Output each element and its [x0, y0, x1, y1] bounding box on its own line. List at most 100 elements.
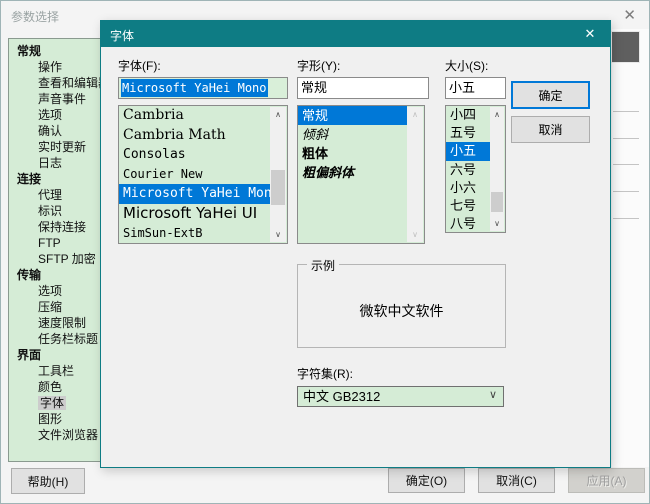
color-swatch: [611, 31, 640, 63]
close-icon[interactable]: ✕: [570, 21, 610, 47]
hidden-control-edge: [613, 138, 639, 139]
sidebar-item-label: 连接: [17, 172, 42, 186]
sidebar-item-确认[interactable]: 确认: [9, 123, 112, 139]
sidebar-item-查看和编辑器[interactable]: 查看和编辑器: [9, 75, 112, 91]
list-item[interactable]: Cambria Math: [119, 126, 270, 146]
sidebar-item-标识[interactable]: 标识: [9, 203, 112, 219]
sidebar-item-label: 图形: [38, 412, 63, 426]
list-item[interactable]: Microsoft YaHei Mon: [119, 184, 270, 204]
sample-groupbox: 示例 微软中文软件: [297, 257, 506, 348]
list-item[interactable]: Cambria: [119, 106, 270, 126]
list-item[interactable]: 常规: [298, 106, 407, 125]
sidebar-item-声音事件[interactable]: 声音事件: [9, 91, 112, 107]
list-item[interactable]: Courier New: [119, 165, 270, 185]
font-dialog-titlebar[interactable]: 字体 ✕: [101, 21, 610, 47]
list-item[interactable]: 小五: [446, 142, 490, 161]
font-name-list[interactable]: Cambria Cambria Math Consolas Courier New Mi…: [118, 105, 288, 244]
sidebar-item-label: 操作: [38, 60, 63, 74]
list-item[interactable]: 粗体: [298, 144, 407, 163]
scrollbar-thumb[interactable]: [271, 170, 285, 205]
cancel-button[interactable]: 取消(C): [478, 468, 555, 493]
sidebar-item-SFTP 加密[interactable]: SFTP 加密: [9, 251, 112, 267]
sidebar-item-速度限制[interactable]: 速度限制: [9, 315, 112, 331]
sample-label: 示例: [307, 257, 340, 274]
scroll-down-icon: ∨: [407, 227, 423, 242]
font-ok-button[interactable]: 确定: [511, 81, 590, 109]
list-item[interactable]: 七号: [446, 197, 490, 215]
sidebar-item-字体[interactable]: 字体: [9, 395, 112, 411]
sidebar-item-日志[interactable]: 日志: [9, 155, 112, 171]
charset-label: 字符集(R):: [297, 367, 353, 381]
scroll-up-icon[interactable]: ∧: [490, 107, 504, 122]
list-item[interactable]: 五号: [446, 124, 490, 142]
chevron-down-icon: ∨: [488, 389, 497, 401]
sidebar-item-label: 速度限制: [38, 316, 87, 330]
close-icon[interactable]: ✕: [623, 6, 636, 24]
sidebar-item-FTP[interactable]: FTP: [9, 235, 112, 251]
sidebar-item-操作[interactable]: 操作: [9, 59, 112, 75]
sidebar-item-文件浏览器[interactable]: 文件浏览器: [9, 427, 112, 443]
sidebar-item-颜色[interactable]: 颜色: [9, 379, 112, 395]
sidebar-item-选项[interactable]: 选项: [9, 283, 112, 299]
font-dialog: 字体 ✕ 字体(F): 字形(Y): 大小(S): Microsoft YaHe…: [100, 20, 611, 468]
scroll-up-icon[interactable]: ∧: [270, 107, 286, 122]
hidden-control-edge: [613, 191, 639, 192]
sidebar-item-选项[interactable]: 选项: [9, 107, 112, 123]
hidden-control-edge: [613, 218, 639, 219]
list-item[interactable]: Microsoft YaHei UI: [119, 204, 270, 224]
sidebar-item-连接[interactable]: 连接: [9, 171, 112, 187]
sidebar-item-label: 字体: [38, 396, 67, 410]
sidebar-item-任务栏标题[interactable]: 任务栏标题: [9, 331, 112, 347]
font-style-list[interactable]: 常规 倾斜 粗体 粗偏斜体 ∧ ∨: [297, 105, 425, 244]
sidebar-item-保持连接[interactable]: 保持连接: [9, 219, 112, 235]
font-list-scrollbar[interactable]: ∧ ∨: [270, 107, 286, 242]
list-item[interactable]: 粗偏斜体: [298, 163, 407, 182]
sample-preview-text: 微软中文软件: [359, 303, 444, 319]
sidebar-item-界面[interactable]: 界面: [9, 347, 112, 363]
sidebar-item-label: 传输: [17, 268, 42, 282]
list-item[interactable]: 小四: [446, 106, 490, 124]
list-item[interactable]: 小六: [446, 179, 490, 197]
sidebar-item-label: 实时更新: [38, 140, 87, 154]
font-size-input[interactable]: 小五: [445, 77, 506, 99]
font-name-input[interactable]: Microsoft YaHei Mono: [118, 77, 288, 99]
font-size-list[interactable]: 小四 五号 小五 六号 小六 七号 八号 ∧ ∨: [445, 105, 506, 233]
list-item[interactable]: Consolas: [119, 145, 270, 165]
help-button[interactable]: 帮助(H): [11, 468, 85, 494]
sidebar-item-label: 任务栏标题: [38, 332, 99, 346]
ok-button[interactable]: 确定(O): [388, 468, 465, 493]
sidebar-item-label: 工具栏: [38, 364, 75, 378]
sidebar-item-传输[interactable]: 传输: [9, 267, 112, 283]
list-item[interactable]: 倾斜: [298, 125, 407, 144]
sidebar-item-label: 声音事件: [38, 92, 87, 106]
sidebar-item-label: 常规: [17, 44, 42, 58]
font-cancel-button[interactable]: 取消: [511, 116, 590, 143]
style-list-scrollbar: ∧ ∨: [407, 107, 423, 242]
font-name-selected-text: Microsoft YaHei Mono: [121, 79, 268, 97]
scroll-down-icon[interactable]: ∨: [270, 227, 286, 242]
size-list-scrollbar[interactable]: ∧ ∨: [490, 107, 504, 231]
sidebar-item-工具栏[interactable]: 工具栏: [9, 363, 112, 379]
sidebar-item-label: 代理: [38, 188, 63, 202]
font-dialog-title: 字体: [110, 29, 135, 43]
sidebar-item-压缩[interactable]: 压缩: [9, 299, 112, 315]
sidebar-item-label: 界面: [17, 348, 42, 362]
window-title: 参数选择: [11, 10, 60, 24]
sidebar-item-实时更新[interactable]: 实时更新: [9, 139, 112, 155]
charset-select[interactable]: 中文 GB2312 ∨: [297, 386, 504, 407]
scrollbar-thumb[interactable]: [491, 192, 503, 212]
sidebar-item-图形[interactable]: 图形: [9, 411, 112, 427]
hidden-panel-strip: [612, 29, 649, 467]
list-item[interactable]: SimSun-ExtB: [119, 224, 270, 243]
scroll-down-icon[interactable]: ∨: [490, 216, 504, 231]
font-style-input[interactable]: 常规: [297, 77, 429, 99]
sidebar-item-label: FTP: [38, 236, 61, 250]
sidebar-item-label: 确认: [38, 124, 63, 138]
sidebar-item-常规[interactable]: 常规: [9, 43, 112, 59]
list-item[interactable]: 八号: [446, 215, 490, 232]
sidebar-item-label: 日志: [38, 156, 63, 170]
apply-button-disabled: 应用(A): [568, 468, 645, 493]
sidebar-item-代理[interactable]: 代理: [9, 187, 112, 203]
list-item[interactable]: 六号: [446, 161, 490, 179]
settings-tree[interactable]: 常规 操作 查看和编辑器 声音事件 选项 确认 实时更新 日志 连接 代理 标识 保持连接 FTP SFT…: [8, 38, 113, 462]
